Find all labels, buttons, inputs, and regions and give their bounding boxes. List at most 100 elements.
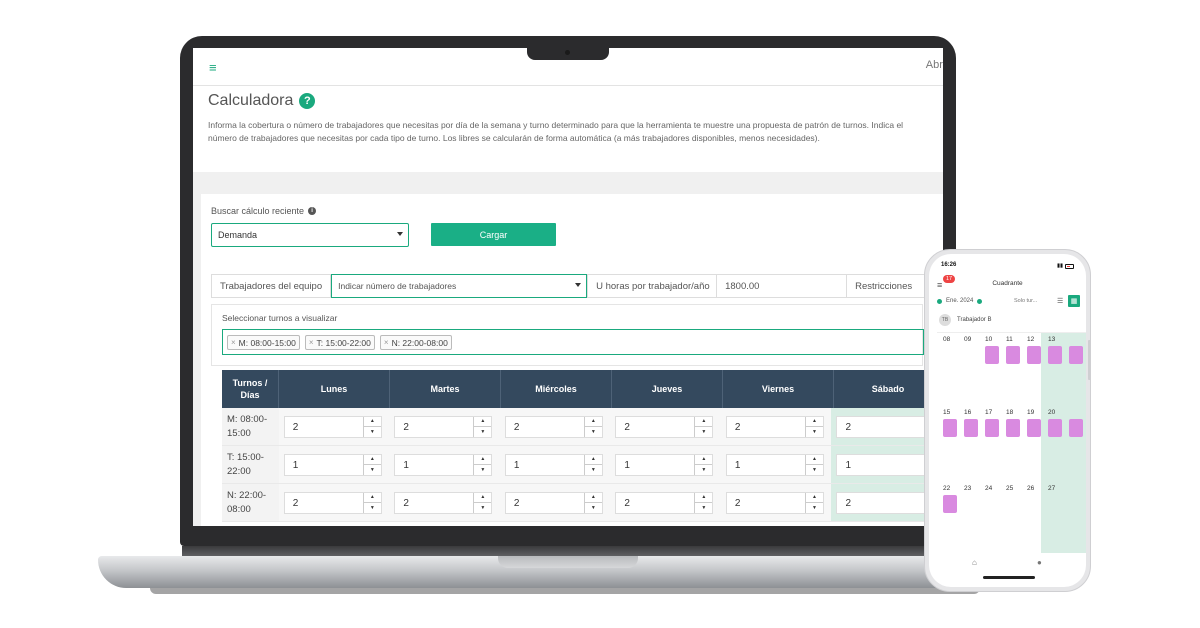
down-arrow-icon[interactable]: ▼ — [806, 465, 823, 475]
remove-icon[interactable]: × — [384, 338, 389, 347]
down-arrow-icon[interactable]: ▼ — [474, 427, 491, 437]
up-arrow-icon[interactable]: ▲ — [363, 455, 381, 465]
up-arrow-icon[interactable]: ▲ — [474, 493, 492, 503]
spinner[interactable]: ▲ ▼ — [804, 492, 823, 513]
user-icon[interactable]: ● — [1037, 558, 1042, 567]
up-arrow-icon[interactable]: ▲ — [805, 493, 823, 503]
spinner[interactable]: ▲ ▼ — [473, 416, 492, 437]
shift-block[interactable] — [1069, 419, 1083, 437]
down-arrow-icon[interactable]: ▼ — [806, 427, 823, 437]
quantity-stepper[interactable]: 1 ▲ ▼ — [504, 453, 603, 476]
up-arrow-icon[interactable]: ▲ — [363, 417, 381, 427]
shift-block[interactable] — [1006, 346, 1020, 364]
down-arrow-icon[interactable]: ▼ — [695, 503, 712, 513]
shift-filter[interactable]: Solo tur... — [1014, 298, 1037, 304]
hours-input[interactable]: 1800.00 — [717, 275, 848, 297]
home-icon[interactable]: ⌂ — [972, 558, 977, 567]
info-icon[interactable]: i — [308, 207, 317, 215]
quantity-stepper[interactable]: 1 ▲ ▼ — [725, 453, 824, 476]
prev-month-icon[interactable] — [937, 298, 942, 304]
spinner[interactable]: ▲ ▼ — [362, 416, 381, 437]
spinner[interactable]: ▲ ▼ — [583, 416, 602, 437]
spinner[interactable]: ▲ ▼ — [804, 416, 823, 437]
up-arrow-icon[interactable]: ▲ — [584, 455, 602, 465]
quantity-stepper[interactable]: 2 — [836, 491, 935, 514]
quantity-stepper[interactable]: 2 ▲ ▼ — [394, 491, 493, 514]
turn-chip[interactable]: × T: 15:00-22:00 — [304, 335, 375, 350]
quantity-stepper[interactable]: 2 ▲ ▼ — [283, 491, 382, 514]
quantity-stepper[interactable]: 2 ▲ ▼ — [615, 415, 714, 438]
down-arrow-icon[interactable]: ▼ — [364, 503, 381, 513]
next-month-icon[interactable] — [977, 298, 983, 304]
spinner[interactable]: ▲ ▼ — [694, 416, 713, 437]
quantity-stepper[interactable]: 2 ▲ ▼ — [615, 491, 714, 514]
up-arrow-icon[interactable]: ▲ — [805, 417, 823, 427]
up-arrow-icon[interactable]: ▲ — [805, 455, 823, 465]
up-arrow-icon[interactable]: ▲ — [584, 417, 602, 427]
down-arrow-icon[interactable]: ▼ — [695, 465, 712, 475]
team-select[interactable]: Indicar número de trabajadores — [331, 274, 588, 298]
spinner[interactable]: ▲ ▼ — [694, 492, 713, 513]
shift-block[interactable] — [1027, 346, 1041, 364]
down-arrow-icon[interactable]: ▼ — [585, 503, 602, 513]
quantity-stepper[interactable]: 1 — [836, 453, 935, 476]
shift-block[interactable] — [943, 495, 957, 513]
down-arrow-icon[interactable]: ▼ — [806, 503, 823, 513]
quantity-stepper[interactable]: 2 ▲ ▼ — [725, 491, 824, 514]
quantity-stepper[interactable]: 2 — [836, 415, 935, 438]
shift-block[interactable] — [943, 419, 957, 437]
remove-icon[interactable]: × — [231, 338, 236, 347]
shift-block[interactable] — [985, 346, 999, 364]
spinner[interactable]: ▲ ▼ — [362, 492, 381, 513]
down-arrow-icon[interactable]: ▼ — [364, 427, 381, 437]
shift-block[interactable] — [1069, 346, 1083, 364]
turns-chips-input[interactable]: × M: 08:00-15:00 × T: 15:00-22:00 × N: 22:0… — [222, 329, 924, 355]
restrictions-tab[interactable]: Restricciones — [847, 275, 920, 297]
shift-block[interactable] — [1048, 419, 1062, 437]
load-button[interactable]: Cargar — [431, 223, 556, 246]
up-arrow-icon[interactable]: ▲ — [695, 417, 713, 427]
quantity-stepper[interactable]: 1 ▲ ▼ — [394, 453, 493, 476]
up-arrow-icon[interactable]: ▲ — [474, 417, 492, 427]
down-arrow-icon[interactable]: ▼ — [585, 427, 602, 437]
grid-view-icon[interactable]: ▦ — [1068, 295, 1080, 307]
shift-block[interactable] — [1006, 419, 1020, 437]
up-arrow-icon[interactable]: ▲ — [584, 493, 602, 503]
turn-chip[interactable]: × M: 08:00-15:00 — [227, 335, 300, 350]
quantity-stepper[interactable]: 2 ▲ ▼ — [504, 415, 603, 438]
down-arrow-icon[interactable]: ▼ — [585, 465, 602, 475]
down-arrow-icon[interactable]: ▼ — [474, 503, 491, 513]
quantity-stepper[interactable]: 2 ▲ ▼ — [283, 415, 382, 438]
turn-chip[interactable]: × N: 22:00-08:00 — [379, 335, 452, 350]
recent-calc-select[interactable]: Demanda — [211, 223, 409, 247]
help-icon[interactable]: ? — [299, 93, 316, 109]
quantity-stepper[interactable]: 1 ▲ ▼ — [283, 453, 382, 476]
shift-block[interactable] — [1027, 419, 1041, 437]
quantity-stepper[interactable]: 2 ▲ ▼ — [504, 491, 603, 514]
spinner[interactable]: ▲ ▼ — [583, 454, 602, 475]
worker-row[interactable]: TB Trabajador B — [939, 314, 991, 326]
down-arrow-icon[interactable]: ▼ — [474, 465, 491, 475]
up-arrow-icon[interactable]: ▲ — [695, 493, 713, 503]
spinner[interactable]: ▲ ▼ — [804, 454, 823, 475]
spinner[interactable]: ▲ ▼ — [694, 454, 713, 475]
quantity-stepper[interactable]: 1 ▲ ▼ — [615, 453, 714, 476]
spinner[interactable]: ▲ ▼ — [583, 492, 602, 513]
up-arrow-icon[interactable]: ▲ — [363, 493, 381, 503]
quantity-stepper[interactable]: 2 ▲ ▼ — [394, 415, 493, 438]
spinner[interactable]: ▲ ▼ — [473, 492, 492, 513]
up-arrow-icon[interactable]: ▲ — [474, 455, 492, 465]
spinner[interactable]: ▲ ▼ — [473, 454, 492, 475]
shift-block[interactable] — [964, 419, 978, 437]
shift-block[interactable] — [985, 419, 999, 437]
hamburger-icon[interactable]: ≡ — [209, 60, 217, 75]
spinner[interactable]: ▲ ▼ — [362, 454, 381, 475]
open-link[interactable]: Abrir — [926, 59, 943, 71]
down-arrow-icon[interactable]: ▼ — [695, 427, 712, 437]
up-arrow-icon[interactable]: ▲ — [695, 455, 713, 465]
quantity-stepper[interactable]: 2 ▲ ▼ — [725, 415, 824, 438]
shift-block[interactable] — [1048, 346, 1062, 364]
down-arrow-icon[interactable]: ▼ — [364, 465, 381, 475]
list-view-icon[interactable]: ☰ — [1057, 297, 1063, 305]
remove-icon[interactable]: × — [309, 338, 314, 347]
